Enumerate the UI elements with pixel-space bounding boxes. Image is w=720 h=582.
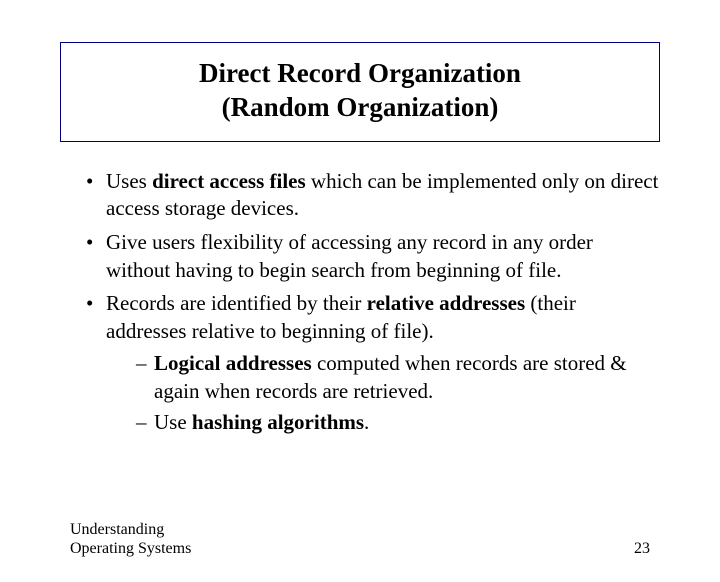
bullet-text: Records are identified by their (106, 291, 367, 315)
title-line-2: (Random Organization) (71, 91, 649, 125)
slide: { "title": { "line1": "Direct Record Org… (0, 42, 720, 582)
content-area: Uses direct access files which can be im… (70, 168, 660, 437)
page-number: 23 (634, 540, 650, 558)
title-box: Direct Record Organization (Random Organ… (60, 42, 660, 142)
sub-bullet-bold: Logical addresses (154, 351, 312, 375)
bullet-item: Records are identified by their relative… (92, 290, 660, 437)
sub-bullet-item: Use hashing algorithms. (136, 409, 660, 437)
sub-bullet-text: Use (154, 410, 192, 434)
sub-bullet-item: Logical addresses computed when records … (136, 350, 660, 405)
footer: Understanding Operating Systems 23 (70, 520, 650, 558)
sub-bullet-bold: hashing algorithms (192, 410, 364, 434)
title-line-1: Direct Record Organization (71, 57, 649, 91)
bullet-text: Uses (106, 169, 152, 193)
sub-bullet-text: . (364, 410, 369, 434)
bullet-bold: relative addresses (367, 291, 525, 315)
bullet-item: Give users flexibility of accessing any … (92, 229, 660, 284)
bullet-bold: direct access files (152, 169, 306, 193)
footer-source: Understanding Operating Systems (70, 520, 230, 558)
bullet-text: Give users flexibility of accessing any … (106, 230, 593, 282)
bullet-item: Uses direct access files which can be im… (92, 168, 660, 223)
